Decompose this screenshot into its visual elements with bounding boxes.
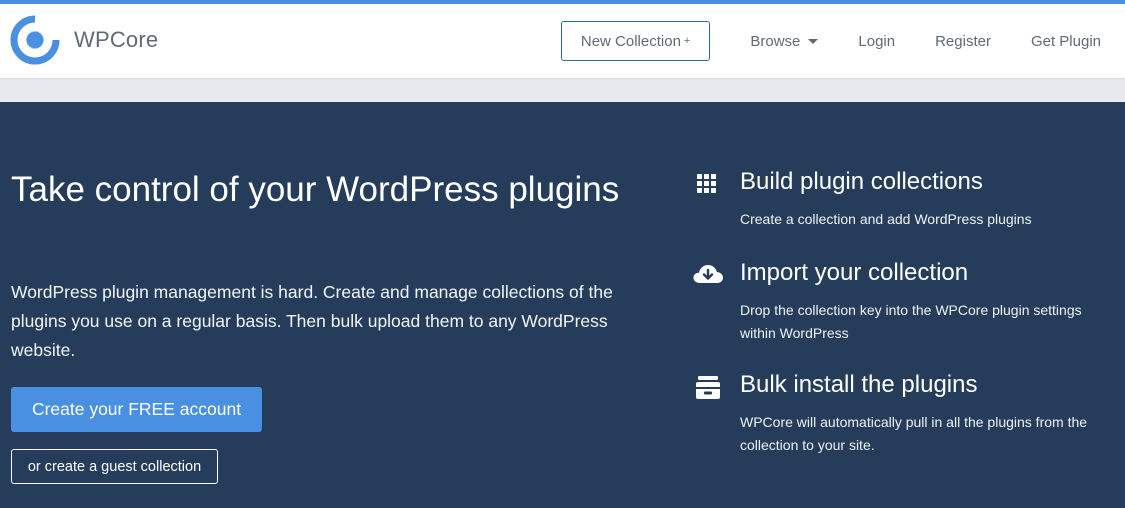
- feature-text: Drop the collection key into the WPCore …: [740, 302, 1082, 341]
- new-collection-button[interactable]: New Collection +: [560, 21, 711, 61]
- navbar: WPCore New Collection + Browse Login Reg…: [0, 4, 1125, 78]
- grid-icon: [697, 174, 716, 193]
- feature-title: Bulk install the plugins: [740, 371, 978, 398]
- cloud-download-icon: [693, 265, 723, 283]
- feature-title: Import your collection: [740, 259, 969, 286]
- login-link[interactable]: Login: [838, 21, 915, 61]
- feature-text: WPCore will automatically pull in all th…: [740, 414, 1088, 453]
- hero-title: Take control of your WordPress plugins: [11, 170, 620, 209]
- hero-section: Take control of your WordPress plugins W…: [0, 102, 1125, 508]
- plus-icon: +: [683, 35, 691, 47]
- register-link[interactable]: Register: [915, 21, 1011, 61]
- get-plugin-link[interactable]: Get Plugin: [1011, 21, 1125, 61]
- browse-label: Browse: [750, 32, 801, 50]
- new-collection-label: New Collection: [580, 32, 681, 50]
- caret-down-icon: [808, 38, 819, 44]
- archive-icon: [696, 376, 720, 399]
- hero-description: WordPress plugin management is hard. Cre…: [11, 282, 613, 360]
- create-account-button[interactable]: Create your FREE account: [11, 387, 262, 432]
- feature-title: Build plugin collections: [740, 168, 983, 195]
- main-nav: New Collection + Browse Login Register G…: [560, 4, 1125, 78]
- browse-dropdown[interactable]: Browse: [730, 21, 838, 61]
- feature-text: Create a collection and add WordPress pl…: [740, 211, 1032, 227]
- brand-name: WPCore: [74, 27, 159, 52]
- brand-link[interactable]: WPCore: [10, 15, 158, 65]
- guest-collection-button[interactable]: or create a guest collection: [11, 449, 218, 484]
- wpcore-ring-logo-icon: [10, 15, 60, 65]
